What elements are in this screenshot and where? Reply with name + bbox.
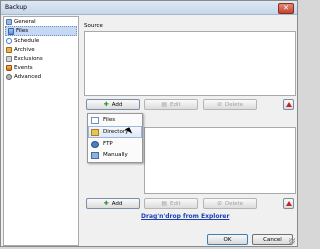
delete-icon: ⊘ bbox=[216, 101, 222, 108]
sidebar-item-label: Schedule bbox=[14, 37, 40, 44]
arrow-up-icon bbox=[285, 201, 292, 206]
events-icon bbox=[6, 64, 12, 71]
close-button[interactable]: ✕ bbox=[278, 3, 294, 14]
menu-item-files[interactable]: Files bbox=[89, 115, 141, 125]
edit-icon: ▤ bbox=[161, 101, 167, 108]
sidebar: General Files Schedule Archive Exclusion… bbox=[3, 16, 79, 246]
general-icon bbox=[6, 18, 12, 25]
backup-window: Backup ✕ General Files Schedule Archive … bbox=[0, 0, 298, 247]
menu-item-ftp[interactable]: FTP bbox=[89, 139, 141, 149]
menu-item-manually[interactable]: Manually bbox=[89, 150, 141, 160]
move-up-button-bottom[interactable] bbox=[283, 198, 294, 209]
close-icon: ✕ bbox=[283, 4, 289, 12]
exclude-list[interactable] bbox=[144, 127, 296, 194]
exclusions-icon bbox=[6, 55, 12, 62]
delete-button-label: Delete bbox=[224, 200, 244, 207]
menu-item-directory[interactable]: Directory bbox=[88, 126, 142, 138]
delete-icon: ⊘ bbox=[216, 200, 222, 207]
sidebar-item-label: Files bbox=[16, 28, 29, 34]
sidebar-item-advanced[interactable]: Advanced bbox=[4, 72, 78, 81]
ok-button-label: OK bbox=[223, 236, 232, 243]
sidebar-item-label: General bbox=[14, 18, 36, 25]
edit-button-bottom[interactable]: ▤ Edit bbox=[144, 198, 198, 209]
manual-icon bbox=[91, 152, 99, 159]
menu-item-label: FTP bbox=[103, 141, 113, 147]
cancel-button[interactable]: Cancel bbox=[252, 234, 293, 245]
sidebar-item-label: Exclusions bbox=[14, 55, 43, 62]
sidebar-item-exclusions[interactable]: Exclusions bbox=[4, 54, 78, 63]
archive-icon bbox=[6, 46, 12, 53]
add-icon: ✚ bbox=[103, 200, 109, 207]
folder-icon bbox=[91, 129, 99, 136]
add-button-bottom[interactable]: ✚ Add bbox=[86, 198, 140, 209]
sidebar-item-archive[interactable]: Archive bbox=[4, 45, 78, 54]
move-up-button[interactable] bbox=[283, 99, 294, 110]
sidebar-item-files[interactable]: Files bbox=[5, 26, 77, 36]
ok-button[interactable]: OK bbox=[207, 234, 248, 245]
add-button-label: Add bbox=[111, 101, 123, 108]
schedule-icon bbox=[6, 37, 12, 44]
menu-item-label: Files bbox=[103, 117, 116, 123]
add-dropdown-menu: Files Directory FTP Manually bbox=[87, 113, 143, 163]
cancel-button-label: Cancel bbox=[263, 236, 282, 243]
advanced-icon bbox=[6, 73, 12, 80]
add-button-label: Add bbox=[111, 200, 123, 207]
arrow-up-icon bbox=[285, 102, 292, 107]
title-bar[interactable]: Backup ✕ bbox=[1, 1, 297, 15]
add-icon: ✚ bbox=[103, 101, 109, 108]
edit-button[interactable]: ▤ Edit bbox=[144, 99, 198, 110]
delete-button-label: Delete bbox=[224, 101, 244, 108]
window-title: Backup bbox=[5, 4, 27, 11]
drag-drop-link[interactable]: Drag'n'drop from Explorer bbox=[141, 213, 229, 220]
source-label: Source bbox=[84, 23, 103, 29]
sidebar-item-schedule[interactable]: Schedule bbox=[4, 36, 78, 45]
delete-button[interactable]: ⊘ Delete bbox=[203, 99, 257, 110]
sidebar-item-label: Archive bbox=[14, 46, 35, 53]
edit-button-label: Edit bbox=[170, 200, 181, 207]
delete-button-bottom[interactable]: ⊘ Delete bbox=[203, 198, 257, 209]
edit-icon: ▤ bbox=[161, 200, 167, 207]
add-button[interactable]: ✚ Add bbox=[86, 99, 140, 110]
resize-grip[interactable] bbox=[289, 238, 295, 244]
sidebar-item-events[interactable]: Events bbox=[4, 63, 78, 72]
sidebar-item-label: Advanced bbox=[14, 73, 42, 80]
edit-button-label: Edit bbox=[170, 101, 181, 108]
files-icon bbox=[8, 27, 14, 35]
sidebar-item-general[interactable]: General bbox=[4, 17, 78, 26]
ftp-icon bbox=[91, 141, 99, 148]
file-icon bbox=[91, 117, 99, 124]
sidebar-item-label: Events bbox=[14, 64, 33, 71]
menu-item-label: Manually bbox=[103, 152, 128, 158]
source-list[interactable] bbox=[84, 31, 296, 96]
